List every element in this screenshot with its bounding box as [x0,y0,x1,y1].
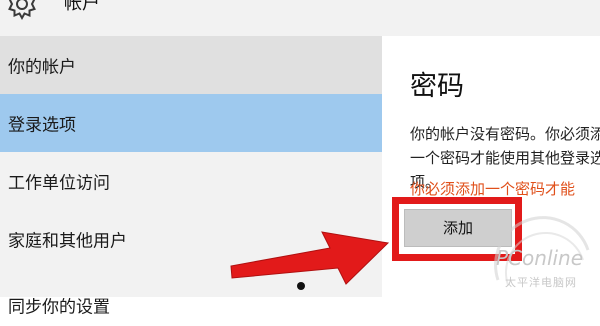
watermark-brand: PConline [496,246,584,270]
page-title: 帐户 [64,0,100,14]
password-warning: 你必须添加一个密码才能 [410,180,576,198]
watermark-sub: 太平洋电脑网 [505,276,577,289]
sidebar-item-family-other-users[interactable]: 家庭和其他用户 [0,210,382,268]
title-bar: 帐户 [0,0,600,36]
sidebar: 你的帐户 登录选项 工作单位访问 家庭和其他用户 同步你的设置 [0,36,382,318]
sidebar-item-label: 工作单位访问 [8,173,110,194]
sidebar-item-label: 同步你的设置 [8,297,110,318]
section-heading: 密码 [410,71,464,102]
sidebar-item-your-account[interactable]: 你的帐户 [0,36,382,94]
sidebar-item-sign-in-options[interactable]: 登录选项 [0,94,382,152]
sidebar-item-sync-settings[interactable]: 同步你的设置 [0,268,382,326]
sidebar-item-work-access[interactable]: 工作单位访问 [0,152,382,210]
sidebar-item-label: 家庭和其他用户 [8,231,127,252]
cursor-dot [297,282,305,290]
sidebar-item-label: 登录选项 [8,115,76,136]
sidebar-item-label: 你的帐户 [8,57,76,78]
gear-icon[interactable] [4,0,40,22]
